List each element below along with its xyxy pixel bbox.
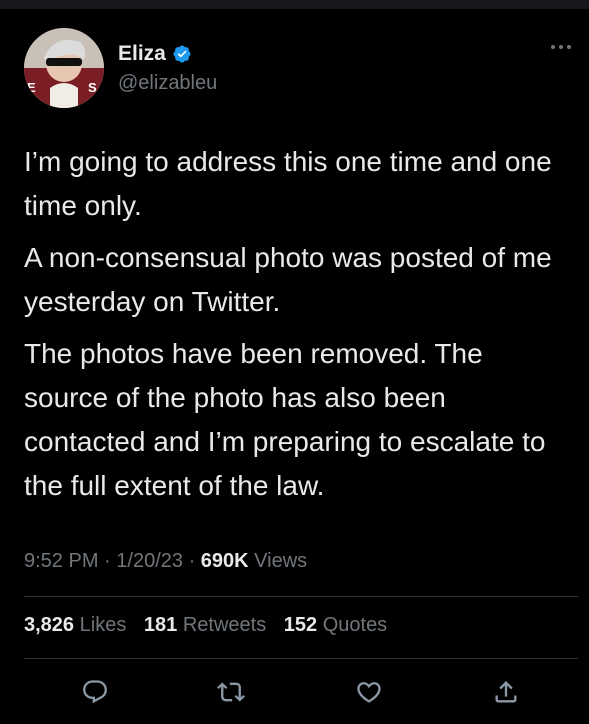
author-name-row: Eliza	[118, 42, 192, 66]
views-count: 690K	[200, 550, 249, 572]
like-button[interactable]	[355, 678, 383, 706]
tweet-stats: 3,826 Likes 181 Retweets 152 Quotes	[24, 614, 399, 637]
share-icon	[495, 681, 517, 703]
avatar-caption-right: S	[88, 80, 97, 95]
reply-icon	[83, 680, 107, 704]
quotes-count: 152	[283, 614, 318, 636]
retweet-button[interactable]	[217, 678, 245, 706]
like-icon	[357, 682, 381, 703]
quotes-stat[interactable]: 152 Quotes	[284, 614, 387, 636]
divider	[24, 596, 578, 597]
tweet-paragraph-2: A non-consensual photo was posted of me …	[24, 242, 552, 317]
tweet-paragraph-1: I’m going to address this one time and o…	[24, 146, 552, 221]
likes-count: 3,826	[24, 614, 75, 636]
tweet-date[interactable]: 1/20/23	[116, 550, 183, 572]
tweet-text: I’m going to address this one time and o…	[24, 140, 574, 516]
top-bar	[0, 0, 589, 9]
tweet-paragraph-3: The photos have been removed. The source…	[24, 338, 546, 501]
divider	[24, 658, 578, 659]
views-label: Views	[254, 550, 308, 572]
quotes-label: Quotes	[322, 614, 388, 636]
avatar-caption-left: E	[27, 80, 36, 95]
retweets-label: Retweets	[182, 614, 267, 636]
tweet-meta: 9:52 PM · 1/20/23 · 690K Views	[24, 550, 307, 573]
likes-label: Likes	[79, 614, 127, 636]
tweet-header: E S Eliza @elizableu	[24, 28, 574, 110]
likes-stat[interactable]: 3,826 Likes	[24, 614, 132, 636]
more-icon[interactable]	[550, 42, 572, 52]
meta-separator: ·	[188, 550, 201, 572]
verified-badge-icon	[173, 45, 191, 63]
tweet-time[interactable]: 9:52 PM	[24, 550, 98, 572]
avatar[interactable]: E S	[24, 28, 104, 108]
retweets-count: 181	[143, 614, 178, 636]
author-name[interactable]: Eliza	[118, 42, 166, 66]
retweet-icon	[217, 682, 245, 702]
meta-separator: ·	[104, 550, 117, 572]
author-handle[interactable]: @elizableu	[118, 72, 217, 95]
avatar-image: E S	[24, 28, 104, 108]
retweets-stat[interactable]: 181 Retweets	[144, 614, 272, 636]
reply-button[interactable]	[81, 678, 109, 706]
tweet-actions	[0, 672, 589, 712]
share-button[interactable]	[492, 678, 520, 706]
